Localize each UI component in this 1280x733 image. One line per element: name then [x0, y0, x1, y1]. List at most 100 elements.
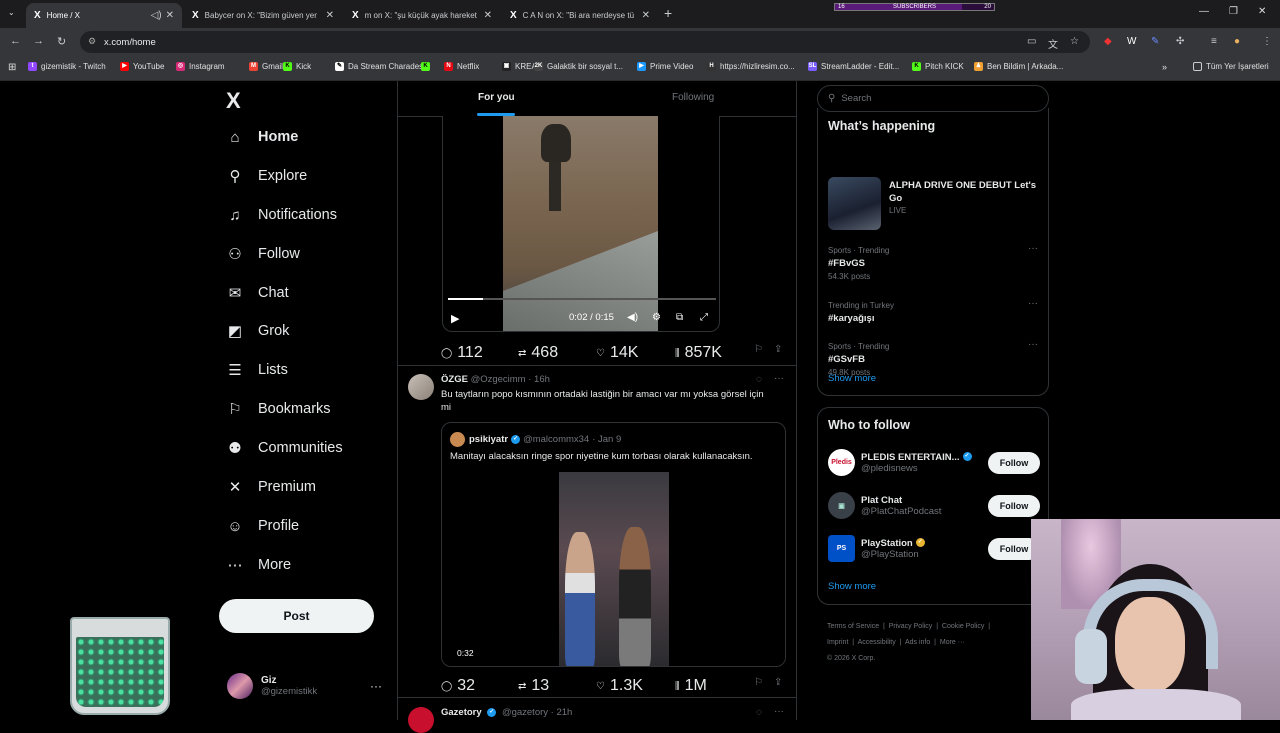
browser-tab-4[interactable]: X C A N on X: "Bi ara nerdeyse tü ✕ [502, 3, 658, 28]
browser-menu-icon[interactable]: ⋮ [1262, 36, 1272, 47]
account-switcher[interactable]: Giz @gizemistikk ··· [227, 673, 382, 699]
video-progress-bar[interactable] [448, 298, 716, 300]
extension-icon[interactable]: ✎ [1151, 36, 1159, 47]
avatar[interactable] [408, 374, 434, 400]
featured-trend[interactable]: ALPHA DRIVE ONE DEBUT Let's Go LIVE [828, 177, 1038, 231]
follow-button[interactable]: Follow [988, 452, 1040, 474]
bookmark-item[interactable]: ▣ KREA [502, 62, 537, 71]
quote-video[interactable]: 0:32 [442, 472, 785, 666]
close-window-icon[interactable]: ✕ [1258, 6, 1266, 17]
more-dots-icon[interactable]: ··· [774, 373, 784, 384]
quote-tweet[interactable]: psikiyatr ✓ @malcommx34 · Jan 9 Manitayı… [441, 422, 786, 667]
bookmark-item[interactable]: ◎ Instagram [176, 62, 225, 71]
author-name[interactable]: ÖZGE [441, 374, 468, 385]
install-icon[interactable]: ▭ [1027, 36, 1036, 47]
footer-link[interactable]: Privacy Policy [889, 623, 933, 630]
close-tab-icon[interactable]: ✕ [484, 10, 492, 21]
mute-icon[interactable]: ◁) [151, 10, 162, 21]
profile-avatar-icon[interactable]: ● [1234, 36, 1240, 47]
settings-icon[interactable]: ⚙ [652, 312, 661, 323]
like-button[interactable]: ♡ 1.3K [596, 677, 643, 695]
repost-button[interactable]: ⇄ 13 [518, 677, 549, 695]
back-icon[interactable]: ← [10, 35, 21, 47]
more-dots-icon[interactable]: ··· [1028, 243, 1038, 254]
close-tab-icon[interactable]: ✕ [166, 10, 174, 21]
video-player[interactable]: ▶ 0:02 / 0:15 ◀) ⚙ ⧉ ⤢ [442, 116, 720, 332]
sidebar-item-more[interactable]: ⋯ More [226, 556, 292, 574]
bookmark-item[interactable]: 2K Galaktik bir sosyal t... [534, 62, 623, 71]
x-logo-icon[interactable]: X [226, 88, 241, 114]
author-handle[interactable]: @gazetory [502, 707, 548, 718]
restore-icon[interactable]: ❐ [1229, 6, 1238, 17]
bookmark-item[interactable]: K [421, 62, 434, 71]
share-button[interactable]: ⇪ [774, 677, 787, 688]
bookmark-button[interactable]: ⚐ [754, 344, 768, 355]
reply-button[interactable]: ◯ 112 [441, 344, 483, 362]
trend-item[interactable]: Sports · Trending #FBvGS 54.3K posts ··· [828, 243, 1038, 281]
tab-for-you[interactable]: For you [477, 92, 515, 116]
repost-button[interactable]: ⇄ 468 [518, 344, 558, 362]
grok-explain-icon[interactable]: ◌ [756, 707, 762, 718]
fullscreen-icon[interactable]: ⤢ [700, 312, 708, 323]
views-button[interactable]: ⫼ 1M [675, 677, 707, 695]
close-tab-icon[interactable]: ✕ [326, 10, 334, 21]
minimize-icon[interactable]: — [1199, 6, 1209, 17]
more-dots-icon[interactable]: ··· [370, 679, 382, 693]
extension-icon[interactable]: W [1127, 36, 1136, 47]
tab-following[interactable]: Following [672, 92, 714, 103]
all-bookmarks[interactable]: Tüm Yer İşaretleri [1193, 62, 1269, 71]
bookmark-item[interactable]: K Pitch KICK [912, 62, 964, 71]
more-dots-icon[interactable]: ··· [774, 706, 784, 717]
trend-item[interactable]: Sports · Trending #GSvFB 49.8K posts ··· [828, 339, 1038, 377]
bookmark-item[interactable]: t gizemistik - Twitch [28, 62, 106, 71]
reply-button[interactable]: ◯ 32 [441, 677, 475, 695]
address-bar[interactable]: ⚙ x.com/home [80, 31, 1090, 53]
grok-explain-icon[interactable]: ◌ [756, 374, 762, 385]
sidebar-item-profile[interactable]: ☺ Profile [226, 517, 299, 535]
browser-tab-3[interactable]: X m on X: "şu küçük ayak hareket ✕ [344, 3, 500, 28]
tweet-time[interactable]: · 21h [551, 707, 573, 718]
footer-link[interactable]: Terms of Service [827, 623, 879, 630]
sidebar-item-grok[interactable]: ◩ Grok [226, 322, 290, 340]
tweet[interactable]: Gazetory ✓ @gazetory · 21h ◌ ··· [398, 697, 796, 733]
follow-suggestion[interactable]: ▣ Plat Chat @PlatChatPodcast [828, 492, 941, 519]
sidebar-item-communities[interactable]: ⚉ Communities [226, 439, 342, 457]
post-button[interactable]: Post [219, 599, 374, 633]
sidebar-item-follow[interactable]: ⚇ Follow [226, 245, 300, 263]
more-dots-icon[interactable]: ··· [1028, 298, 1038, 309]
volume-icon[interactable]: ◀) [627, 312, 638, 323]
close-tab-icon[interactable]: ✕ [642, 10, 650, 21]
new-tab-button[interactable]: + [664, 5, 672, 21]
sidebar-item-notifications[interactable]: ♫ Notifications [226, 206, 337, 224]
star-icon[interactable]: ☆ [1070, 36, 1079, 47]
browser-tab-2[interactable]: X Babycer on X: "Bizim güven yer ✕ [184, 3, 342, 28]
author-handle[interactable]: @Ozgecimm [471, 374, 526, 385]
reload-icon[interactable]: ↻ [57, 35, 66, 48]
follow-suggestion[interactable]: Pledis PLEDIS ENTERTAIN... ✓ @pledisnews [828, 449, 975, 476]
sidebar-item-explore[interactable]: ⚲ Explore [226, 167, 308, 185]
footer-link[interactable]: Cookie Policy [942, 623, 984, 630]
apps-grid-icon[interactable]: ⊞ [8, 62, 16, 73]
sidebar-item-home[interactable]: ⌂ Home [226, 128, 298, 146]
footer-link[interactable]: Accessibility [858, 639, 896, 646]
more-dots-icon[interactable]: ··· [1028, 339, 1038, 350]
show-more-link[interactable]: Show more [828, 373, 876, 384]
bookmark-item[interactable]: ♟ Ben Bildim | Arkada... [974, 62, 1063, 71]
footer-link[interactable]: Imprint [827, 639, 848, 646]
bookmark-button[interactable]: ⚐ [754, 677, 768, 688]
like-button[interactable]: ♡ 14K [596, 344, 638, 362]
more-bookmarks-icon[interactable]: » [1162, 62, 1167, 72]
forward-icon[interactable]: → [33, 35, 44, 47]
sidebar-item-lists[interactable]: ☰ Lists [226, 361, 288, 379]
avatar[interactable] [408, 707, 434, 733]
bookmark-item[interactable]: ✎ Da Stream Charades [335, 62, 423, 71]
follow-button[interactable]: Follow [988, 495, 1040, 517]
sidebar-item-chat[interactable]: ✉ Chat [226, 284, 289, 302]
bookmark-item[interactable]: ▶ Prime Video [637, 62, 693, 71]
bookmark-item[interactable]: N Netflix [444, 62, 479, 71]
sidebar-item-bookmarks[interactable]: ⚐ Bookmarks [226, 400, 330, 418]
bookmark-item[interactable]: ▶ YouTube [120, 62, 164, 71]
footer-link[interactable]: Ads info [905, 639, 930, 646]
bookmark-item[interactable]: Hhttps://hizliresim.co... [707, 62, 795, 71]
trend-item[interactable]: Trending in Turkey #karyağışı ··· [828, 298, 1038, 324]
